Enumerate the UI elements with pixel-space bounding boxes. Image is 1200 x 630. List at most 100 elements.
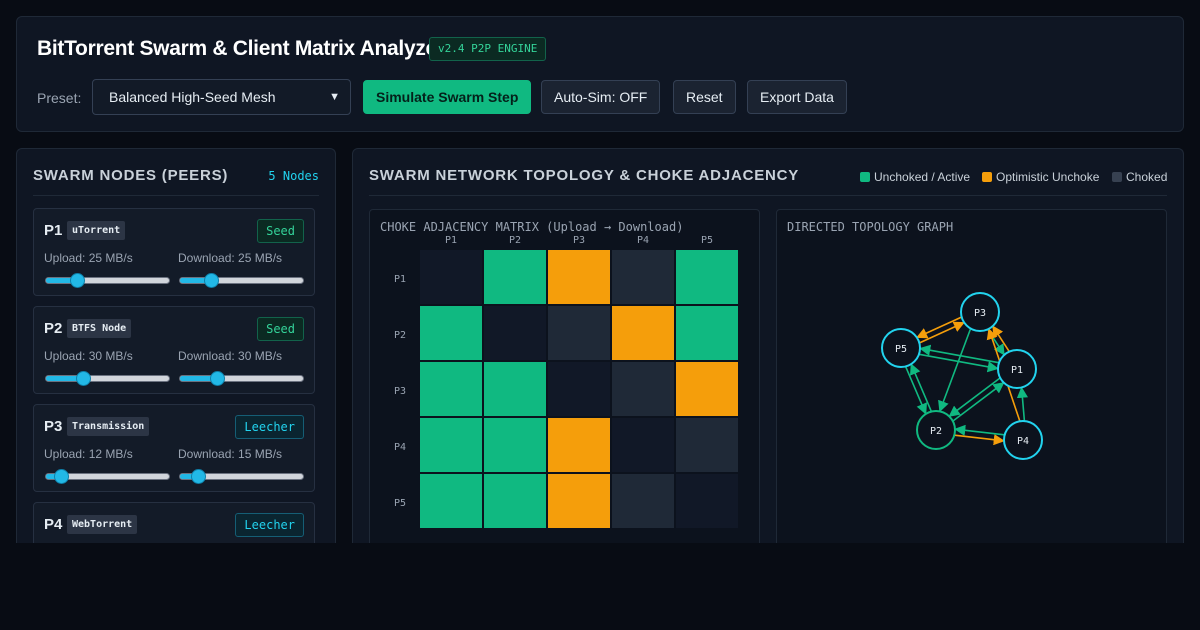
client-badge: Transmission <box>67 417 150 436</box>
peer-card: P4 WebTorrent Leecher <box>33 502 315 543</box>
matrix-row-label: P3 <box>394 386 406 397</box>
version-badge: v2.4 P2P ENGINE <box>429 37 547 61</box>
preset-select[interactable]: Balanced High-Seed Mesh ▼ <box>92 79 351 115</box>
matrix-cell-unchoked[interactable] <box>484 362 546 416</box>
simulate-step-button[interactable]: Simulate Swarm Step <box>363 80 532 114</box>
role-badge: Seed <box>257 219 304 243</box>
edge-P4-P1 <box>1016 386 1029 421</box>
matrix-cell-optimistic[interactable] <box>612 306 674 360</box>
header-panel: BitTorrent Swarm & Client Matrix Analyze… <box>16 16 1184 132</box>
slider-thumb[interactable] <box>209 371 225 386</box>
matrix-cell-optimistic[interactable] <box>548 250 610 304</box>
matrix-cell-unchoked[interactable] <box>484 418 546 472</box>
edge-P4-P2 <box>954 424 1005 436</box>
matrix-row-label: P4 <box>394 442 406 453</box>
legend-item-optimistic: Optimistic Unchoke <box>982 170 1099 184</box>
matrix-row-label: P1 <box>394 274 406 285</box>
matrix-cell-unchoked[interactable] <box>676 250 738 304</box>
download-rate-slider[interactable] <box>179 371 304 386</box>
matrix-cell-self[interactable] <box>420 250 482 304</box>
matrix-cell-self[interactable] <box>676 474 738 528</box>
app-title: BitTorrent Swarm & Client Matrix Analyze… <box>37 37 445 60</box>
matrix-cell-self[interactable] <box>548 362 610 416</box>
matrix-cell-optimistic[interactable] <box>548 418 610 472</box>
legend-swatch <box>1112 172 1122 182</box>
peer-card: P1 uTorrent Seed Upload: 25 MB/s Downloa… <box>33 208 315 296</box>
matrix-cell-self[interactable] <box>484 306 546 360</box>
graph-node-label: P2 <box>930 426 942 437</box>
matrix-cell-unchoked[interactable] <box>420 362 482 416</box>
swarm-nodes-title: SWARM NODES (PEERS) <box>33 167 229 184</box>
matrix-col-label: P2 <box>509 235 521 246</box>
matrix-col-label: P5 <box>701 235 713 246</box>
swarm-nodes-panel: SWARM NODES (PEERS) 5 Nodes P1 uTorrent … <box>16 148 336 543</box>
topology-graph-card: DIRECTED TOPOLOGY GRAPH P1 P2 P3 P4 P5 <box>776 209 1167 543</box>
slider-thumb[interactable] <box>191 469 207 484</box>
topology-title: SWARM NETWORK TOPOLOGY & CHOKE ADJACENCY <box>369 167 800 184</box>
client-badge: uTorrent <box>67 221 126 240</box>
download-rate-label: Download: 15 MB/s <box>178 447 283 461</box>
matrix-cell-unchoked[interactable] <box>676 306 738 360</box>
choke-matrix: P1 P1 P2 P2 P3 P3 P4 P4 P5 P5 <box>394 235 738 528</box>
slider-thumb[interactable] <box>53 469 69 484</box>
matrix-cell-unchoked[interactable] <box>484 250 546 304</box>
graph-node-label: P1 <box>1011 365 1023 376</box>
slider-thumb[interactable] <box>69 273 85 288</box>
matrix-row-label: P2 <box>394 330 406 341</box>
client-badge: WebTorrent <box>67 515 138 534</box>
upload-rate-label: Upload: 12 MB/s <box>44 447 133 461</box>
matrix-cell-choked[interactable] <box>548 306 610 360</box>
chevron-down-icon: ▼ <box>329 91 340 103</box>
legend-swatch <box>982 172 992 182</box>
matrix-cell-unchoked[interactable] <box>420 306 482 360</box>
legend-label: Optimistic Unchoke <box>996 170 1100 184</box>
upload-rate-label: Upload: 30 MB/s <box>44 349 133 363</box>
legend-label: Unchoked / Active <box>874 170 971 184</box>
upload-rate-label: Upload: 25 MB/s <box>44 251 133 265</box>
divider <box>33 195 319 196</box>
edge-P3-P2 <box>938 328 972 413</box>
peer-card: P3 Transmission Leecher Upload: 12 MB/s … <box>33 404 315 492</box>
matrix-cell-choked[interactable] <box>612 362 674 416</box>
topology-panel: SWARM NETWORK TOPOLOGY & CHOKE ADJACENCY… <box>352 148 1184 543</box>
peer-card: P2 BTFS Node Seed Upload: 30 MB/s Downlo… <box>33 306 315 394</box>
matrix-cell-optimistic[interactable] <box>676 362 738 416</box>
peer-id: P3 <box>44 418 63 435</box>
matrix-cell-choked[interactable] <box>676 418 738 472</box>
graph-node-label: P5 <box>895 344 907 355</box>
matrix-cell-choked[interactable] <box>612 474 674 528</box>
matrix-cell-unchoked[interactable] <box>484 474 546 528</box>
download-rate-slider[interactable] <box>179 469 304 484</box>
upload-rate-slider[interactable] <box>45 371 170 386</box>
role-badge: Leecher <box>235 513 304 537</box>
reset-button[interactable]: Reset <box>673 80 736 114</box>
edge-P1-P2 <box>948 377 1001 417</box>
matrix-col-label: P4 <box>637 235 649 246</box>
download-rate-label: Download: 30 MB/s <box>178 349 283 363</box>
matrix-cell-optimistic[interactable] <box>548 474 610 528</box>
peer-id: P2 <box>44 320 63 337</box>
download-rate-slider[interactable] <box>179 273 304 288</box>
upload-rate-slider[interactable] <box>45 469 170 484</box>
topology-graph: P1 P2 P3 P4 P5 <box>881 292 1043 460</box>
graph-node-label: P4 <box>1017 436 1029 447</box>
upload-rate-slider[interactable] <box>45 273 170 288</box>
matrix-cell-self[interactable] <box>612 418 674 472</box>
edge-P2-P4 <box>954 434 1005 446</box>
export-data-button[interactable]: Export Data <box>747 80 847 114</box>
matrix-cell-unchoked[interactable] <box>420 418 482 472</box>
preset-select-value: Balanced High-Seed Mesh <box>109 89 276 105</box>
graph-node-label: P3 <box>974 308 986 319</box>
edge-P2-P1 <box>952 382 1005 422</box>
choke-matrix-card: CHOKE ADJACENCY MATRIX (Upload → Downloa… <box>369 209 760 543</box>
auto-sim-toggle-button[interactable]: Auto-Sim: OFF <box>541 80 661 114</box>
legend-item-unchoked: Unchoked / Active <box>860 170 970 184</box>
slider-thumb[interactable] <box>75 371 91 386</box>
peer-id: P4 <box>44 516 63 533</box>
matrix-row-label: P5 <box>394 498 406 509</box>
legend-label: Choked <box>1126 170 1168 184</box>
legend-swatch <box>860 172 870 182</box>
matrix-cell-unchoked[interactable] <box>420 474 482 528</box>
slider-thumb[interactable] <box>203 273 219 288</box>
matrix-cell-choked[interactable] <box>612 250 674 304</box>
